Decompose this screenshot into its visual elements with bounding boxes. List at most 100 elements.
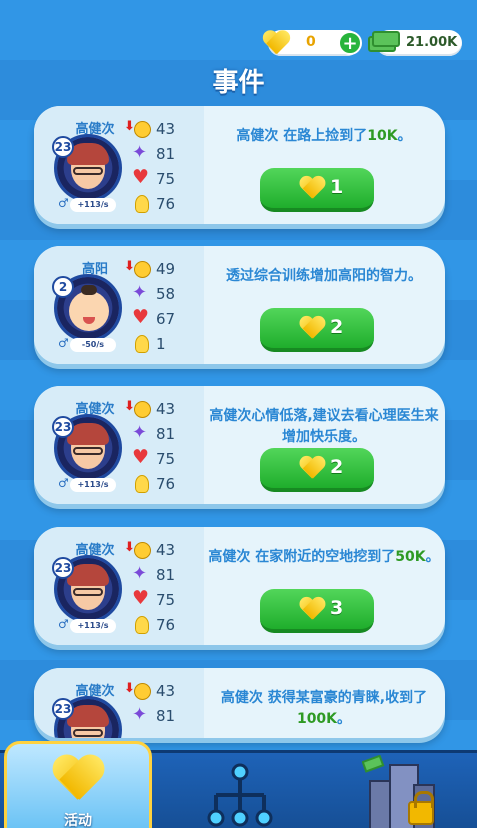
mood-value: 43 [156,399,176,418]
idea-value: 76 [156,474,176,493]
description-end: 。 [397,128,412,144]
health-icon [130,306,152,329]
reward-amount: 100K [296,711,338,727]
intelligence-value: 58 [156,284,176,303]
stats-list: 43 81 [124,678,200,728]
lock-icon [408,791,434,825]
level-badge: 23 [52,136,74,158]
health-icon [130,587,152,610]
heart-cost: 1 [330,176,344,198]
bottom-nav: 活动 [0,741,477,828]
income-rate: +113/s [70,478,116,492]
description-end: 。 [425,549,440,565]
stats-list: 49 58 67 1 [124,256,200,356]
character-panel: 高健次 23 ♂ +113/s 43 81 75 76 [34,527,204,645]
income-rate: -50/s [70,338,116,352]
pay-hearts-button[interactable]: 1 [260,168,374,212]
intelligence-icon [130,282,152,304]
mood-down-icon [124,681,152,701]
page-title: 事件 [212,68,265,98]
reward-amount: 10K [367,128,398,144]
character-panel: 高健次 23 43 81 [34,668,204,738]
reward-amount: 50K [395,549,426,565]
stats-list: 43 81 75 76 [124,116,200,216]
health-value: 75 [156,449,176,468]
lightbulb-icon [130,474,152,494]
health-icon [130,166,152,189]
heart-cost: 2 [330,316,344,338]
mood-value: 43 [156,681,176,700]
lightbulb-icon [130,194,152,214]
character-panel: 高健次 23 ♂ +113/s 43 81 75 76 [34,106,204,224]
health-value: 67 [156,309,176,328]
intelligence-value: 81 [156,565,176,584]
character-panel: 高阳 2 ♂ -50/s 49 58 67 1 [34,246,204,364]
intelligence-value: 81 [156,424,176,443]
cash-value: 21.00K [406,35,458,50]
description-text: 高健次 在路上捡到了 [236,128,368,144]
mood-value: 43 [156,119,176,138]
event-description: 高健次 在家附近的空地挖到了50K。 [206,547,442,568]
pay-hearts-button[interactable]: 3 [260,589,374,633]
gold-heart-icon [51,756,104,802]
intelligence-icon [130,563,152,585]
add-hearts-button[interactable]: + [338,31,362,55]
level-badge: 23 [52,557,74,579]
event-card: 高阳 2 ♂ -50/s 49 58 67 1 透过综合训练增加高阳的智力。 2 [34,246,445,364]
intelligence-icon [130,142,152,164]
event-description: 高健次 获得某富豪的青睐,收到了 100K。 [206,688,442,730]
tab-activity[interactable]: 活动 [4,741,152,828]
gold-heart-icon [262,31,290,55]
male-icon: ♂ [58,476,69,490]
description-end: 。 [337,711,352,727]
mood-down-icon [124,540,152,560]
cash-counter: 21.00K [368,30,462,56]
heart-cost: 3 [330,597,344,619]
event-card: 高健次 23 ♂ +113/s 43 81 75 76 高健次心情低落,建议去看… [34,386,445,504]
mood-down-icon [124,259,152,279]
heart-cost: 2 [330,456,344,478]
level-badge: 23 [52,416,74,438]
description-text: 高健次 获得某富豪的青睐,收到了 [220,690,428,706]
mood-down-icon [124,399,152,419]
stats-list: 43 81 75 76 [124,396,200,496]
description-text: 透过综合训练增加高阳的智力。 [226,268,422,284]
mood-value: 49 [156,259,176,278]
character-panel: 高健次 23 ♂ +113/s 43 81 75 76 [34,386,204,504]
level-badge: 23 [52,698,74,720]
gold-heart-icon [299,317,326,340]
event-card: 高健次 23 43 81 高健次 获得某富豪的青睐,收到了 100K。 [34,668,445,738]
male-icon: ♂ [58,617,69,631]
gold-heart-icon [299,598,326,621]
description-text: 高健次 在家附近的空地挖到了 [208,549,396,565]
male-icon: ♂ [58,196,69,210]
income-rate: +113/s [70,619,116,633]
health-value: 75 [156,590,176,609]
intelligence-value: 81 [156,144,176,163]
pay-hearts-button[interactable]: 2 [260,308,374,352]
hearts-counter: 0 + [268,30,362,56]
tree-icon[interactable] [200,763,280,828]
idea-value: 76 [156,194,176,213]
gold-heart-icon [299,457,326,480]
event-description: 高健次心情低落,建议去看心理医生来增加快乐度。 [206,406,442,448]
hearts-value: 0 [306,34,316,50]
tab-activity-label: 活动 [64,813,92,828]
health-icon [130,446,152,469]
intelligence-icon [130,422,152,444]
mood-value: 43 [156,540,176,559]
male-icon: ♂ [58,336,69,350]
event-card: 高健次 23 ♂ +113/s 43 81 75 76 高健次 在路上捡到了10… [34,106,445,224]
pay-hearts-button[interactable]: 2 [260,448,374,492]
idea-value: 1 [156,334,166,353]
event-description: 透过综合训练增加高阳的智力。 [206,266,442,287]
income-rate: +113/s [70,198,116,212]
intelligence-value: 81 [156,706,176,725]
health-value: 75 [156,169,176,188]
gold-heart-icon [299,177,326,200]
lightbulb-icon [130,615,152,635]
mood-down-icon [124,119,152,139]
description-text: 高健次心情低落,建议去看心理医生来增加快乐度。 [209,408,439,445]
event-card: 高健次 23 ♂ +113/s 43 81 75 76 高健次 在家附近的空地挖… [34,527,445,645]
cash-stack-icon [368,28,402,56]
